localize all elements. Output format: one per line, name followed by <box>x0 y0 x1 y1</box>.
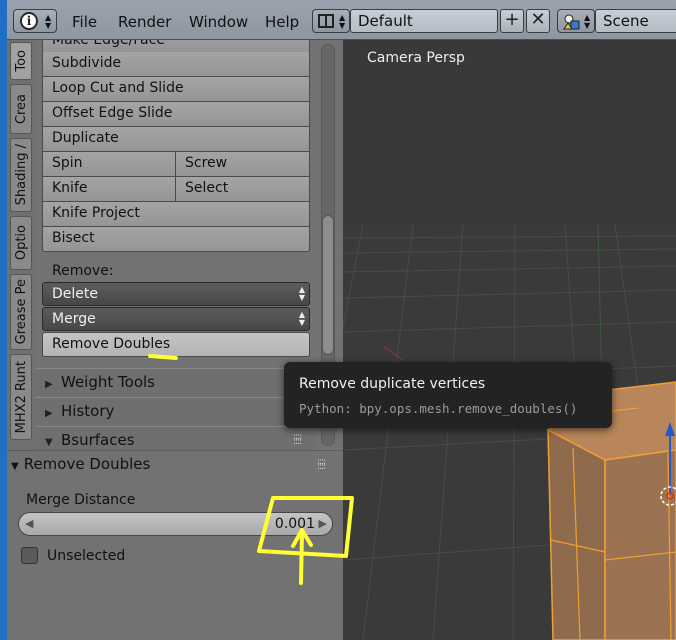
menu-render[interactable]: Render <box>118 13 171 31</box>
tooltip-python: Python: bpy.ops.mesh.remove_doubles() <box>299 401 578 416</box>
viewport-label: Camera Persp <box>367 50 465 66</box>
operator-panel: ▼ Remove Doubles :::::::: Merge Distance … <box>7 450 343 640</box>
updown-arrows-icon: ▲ ▼ <box>339 13 346 30</box>
subdivide-button[interactable]: Subdivide <box>42 52 310 77</box>
triangle-down-icon: ▼ <box>11 461 19 472</box>
screen-layout-field[interactable]: Default <box>350 9 498 33</box>
screw-button[interactable]: Screw <box>175 152 310 177</box>
offset-edge-slide-button[interactable]: Offset Edge Slide <box>42 102 310 127</box>
bisect-button[interactable]: Bisect <box>42 227 310 252</box>
info-icon: i <box>20 12 38 30</box>
tab-mhx2-runtime[interactable]: MHX2 Runt <box>10 354 32 440</box>
updown-arrows-icon: ▲ ▼ <box>298 310 305 327</box>
spin-button[interactable]: Spin <box>42 152 176 177</box>
unselected-label: Unselected <box>47 548 126 564</box>
viewport-scene <box>343 40 676 640</box>
tab-shading[interactable]: Shading / <box>10 138 32 212</box>
tab-options[interactable]: Optio <box>10 216 32 270</box>
panel-bsurfaces[interactable]: ▼ Bsurfaces <box>35 426 317 450</box>
merge-distance-field[interactable]: ◀ 0.001 ▶ <box>18 512 333 536</box>
tab-tools[interactable]: Too <box>10 42 32 80</box>
screen-layout-button[interactable]: ▲ ▼ <box>312 9 350 33</box>
shelf-scrollbar-thumb[interactable] <box>322 215 334 355</box>
panel-history[interactable]: ▶ History <box>35 397 317 425</box>
merge-distance-value: 0.001 <box>274 516 315 532</box>
duplicate-button[interactable]: Duplicate <box>42 127 310 152</box>
triangle-down-icon: ▼ <box>45 437 53 448</box>
scene-button[interactable]: ▲ ▼ <box>557 9 595 33</box>
header-bar: i ▲ ▼ File Render Window Help ▲ ▼ Default … <box>0 0 676 640</box>
panel-weight-tools[interactable]: ▶ Weight Tools <box>35 368 317 396</box>
menu-window[interactable]: Window <box>189 13 248 31</box>
tooltip: Remove duplicate vertices Python: bpy.op… <box>284 362 612 428</box>
tab-grease-pencil[interactable]: Grease Pe <box>10 274 32 350</box>
tooltip-title: Remove duplicate vertices <box>299 376 486 392</box>
tab-create[interactable]: Crea <box>10 84 32 134</box>
knife-project-button[interactable]: Knife Project <box>42 202 310 227</box>
operator-panel-header[interactable]: ▼ Remove Doubles <box>11 455 150 473</box>
merge-menu[interactable]: Merge ▲ ▼ <box>42 307 310 331</box>
decrement-arrow-icon[interactable]: ◀ <box>25 517 33 530</box>
tool-shelf-tabs: Too Crea Shading / Optio Grease Pe MHX2 … <box>7 40 35 450</box>
drag-grip-icon[interactable]: :::::::: <box>317 458 326 472</box>
merge-distance-label: Merge Distance <box>26 492 136 508</box>
menu-file[interactable]: File <box>72 13 97 31</box>
updown-arrows-icon: ▲ ▼ <box>45 13 52 30</box>
unselected-checkbox[interactable] <box>21 547 38 564</box>
add-layout-button[interactable]: + <box>500 9 524 33</box>
remove-doubles-button[interactable]: Remove Doubles <box>42 332 310 357</box>
drag-grip-icon[interactable]: :::::::: <box>293 433 302 447</box>
3d-viewport[interactable]: Camera Persp <box>343 40 676 640</box>
updown-arrows-icon: ▲ ▼ <box>584 13 591 30</box>
menu-help[interactable]: Help <box>265 13 299 31</box>
window-edge <box>0 0 7 640</box>
updown-arrows-icon: ▲ ▼ <box>298 285 305 302</box>
scene-field[interactable]: Scene <box>595 9 676 33</box>
knife-select-button[interactable]: Select <box>175 177 310 202</box>
knife-button[interactable]: Knife <box>42 177 176 202</box>
delete-menu[interactable]: Delete ▲ ▼ <box>42 282 310 306</box>
scene-icon <box>563 14 580 30</box>
loop-cut-button[interactable]: Loop Cut and Slide <box>42 77 310 102</box>
remove-label: Remove: <box>52 263 114 279</box>
increment-arrow-icon[interactable]: ▶ <box>319 517 327 530</box>
layout-grid-icon <box>318 14 334 28</box>
triangle-right-icon: ▶ <box>45 379 53 390</box>
triangle-right-icon: ▶ <box>45 408 53 419</box>
close-layout-button[interactable]: ✕ <box>526 9 550 33</box>
editor-type-button[interactable]: i ▲ ▼ <box>13 9 57 33</box>
